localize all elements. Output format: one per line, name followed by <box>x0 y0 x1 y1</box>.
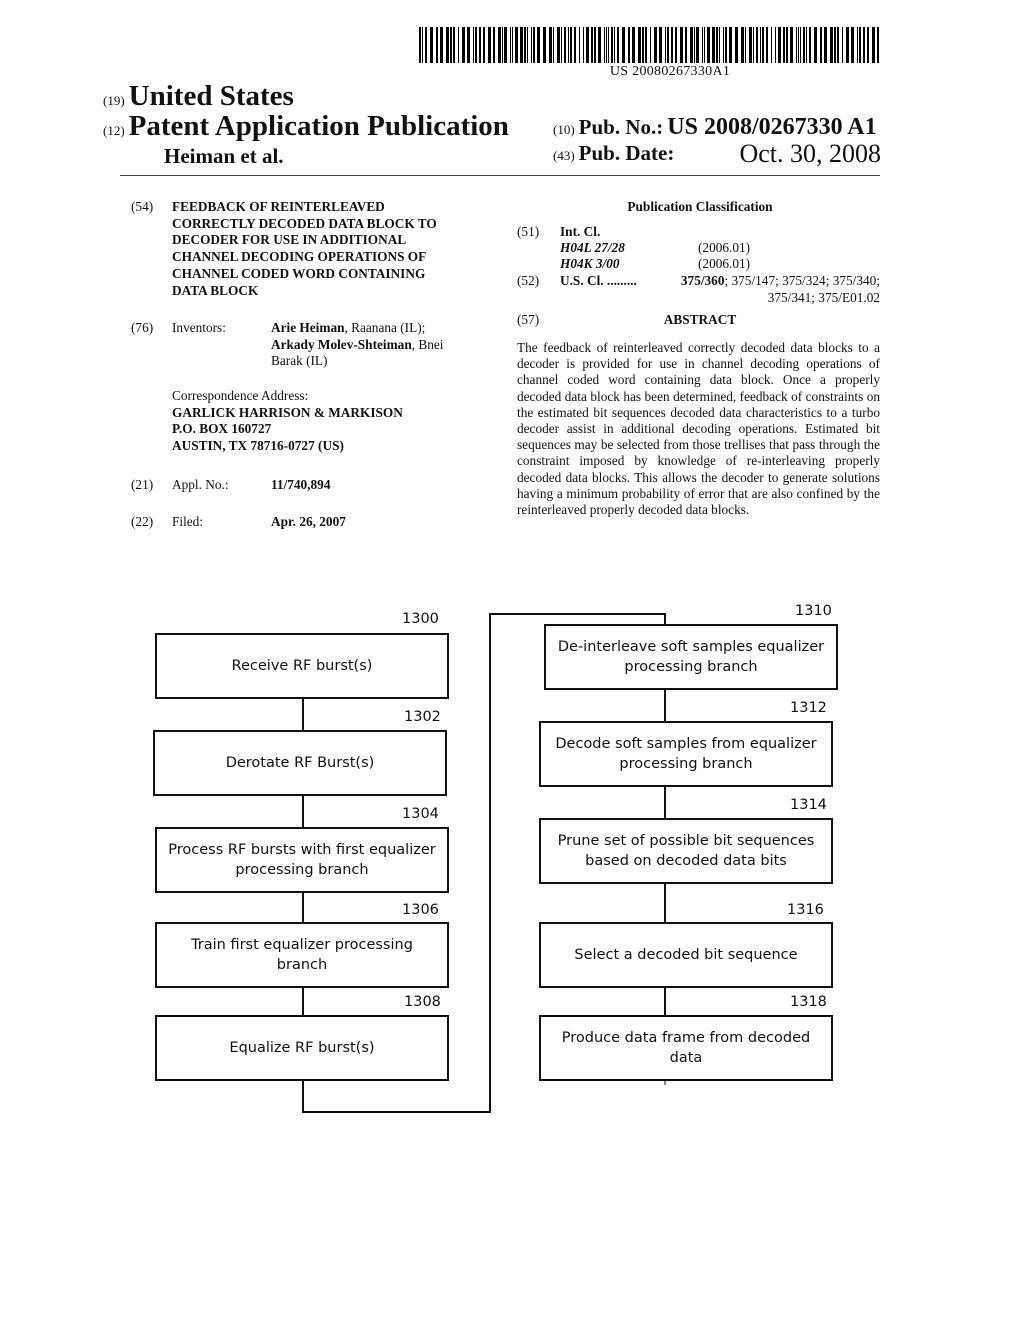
flowchart: 1300 Receive RF burst(s) 1302 Derotate R… <box>0 0 1024 1320</box>
flow-step-derotate-rf-burst: Derotate RF Burst(s) <box>153 730 447 796</box>
flow-step-decode-soft-samples: Decode soft samples from equalizer proce… <box>539 721 833 787</box>
flow-step-deinterleave-soft-samples: De-interleave soft samples equalizer pro… <box>544 624 838 690</box>
flow-step-select-bit-sequence: Select a decoded bit sequence <box>539 922 833 988</box>
step-ref: 1306 <box>402 902 439 918</box>
step-ref: 1304 <box>402 806 439 822</box>
flow-step-equalize-rf-burst: Equalize RF burst(s) <box>155 1015 449 1081</box>
flowchart-connectors <box>302 613 666 1113</box>
step-ref: 1314 <box>790 797 827 813</box>
step-ref: 1308 <box>404 994 441 1010</box>
step-ref: 1310 <box>795 603 832 619</box>
flow-step-prune-bit-sequences: Prune set of possible bit sequences base… <box>539 818 833 884</box>
step-ref: 1302 <box>404 709 441 725</box>
step-ref: 1318 <box>790 994 827 1010</box>
step-ref: 1316 <box>787 902 824 918</box>
flow-step-receive-rf-burst: Receive RF burst(s) <box>155 633 449 699</box>
flow-step-produce-data-frame: Produce data frame from decoded data <box>539 1015 833 1081</box>
flow-step-train-equalizer: Train first equalizer processing branch <box>155 922 449 988</box>
step-ref: 1300 <box>402 611 439 627</box>
step-ref: 1312 <box>790 700 827 716</box>
flow-step-process-rf-bursts: Process RF bursts with first equalizer p… <box>155 827 449 893</box>
